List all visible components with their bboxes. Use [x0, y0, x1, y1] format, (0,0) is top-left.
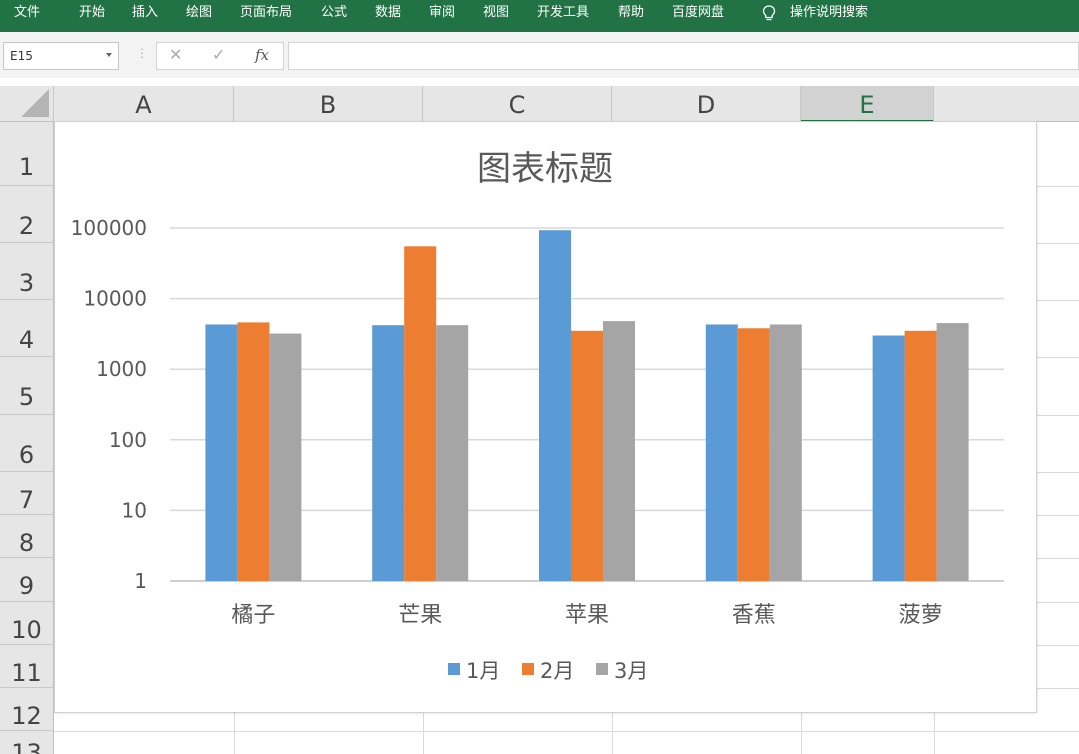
tab-page-layout[interactable]: 页面布局 — [240, 0, 292, 32]
row-header-11[interactable]: 11 — [0, 645, 54, 688]
fx-button[interactable]: fx — [255, 46, 269, 64]
tab-draw[interactable]: 绘图 — [186, 0, 212, 32]
legend-label[interactable]: 2月 — [540, 659, 574, 683]
bar-2-1[interactable] — [237, 322, 270, 581]
y-tick-label: 10 — [122, 498, 147, 522]
bar-2-2[interactable] — [404, 246, 437, 581]
column-header-c[interactable]: C — [423, 86, 612, 122]
bar-2-5[interactable] — [904, 330, 937, 581]
row-header-1[interactable]: 1 — [0, 122, 54, 186]
name-box-value: E15 — [10, 49, 33, 63]
tab-file[interactable]: 文件 — [14, 0, 40, 32]
select-all-corner[interactable] — [0, 86, 54, 122]
legend-label[interactable]: 3月 — [614, 659, 648, 683]
ribbon-tabs: 文件 开始 插入 绘图 页面布局 公式 数据 审阅 视图 开发工具 帮助 百度网… — [0, 0, 1079, 32]
y-tick-label: 100 — [109, 428, 147, 452]
bar-3-2[interactable] — [436, 325, 469, 581]
check-icon[interactable]: ✓ — [212, 45, 225, 64]
bar-1-4[interactable] — [705, 324, 738, 581]
bar-1-5[interactable] — [872, 335, 905, 581]
tab-view[interactable]: 视图 — [483, 0, 509, 32]
row-header-8[interactable]: 8 — [0, 515, 54, 558]
tab-home[interactable]: 开始 — [79, 0, 105, 32]
x-tick-label: 香蕉 — [732, 603, 776, 628]
column-header-a[interactable]: A — [54, 86, 234, 122]
bar-3-5[interactable] — [936, 323, 969, 581]
row-header-9[interactable]: 9 — [0, 558, 54, 602]
bar-chart: 图表标题 1 10 100 1000 10000 100000 橘子 芒果 苹果 香蕉 菠萝 1月 2月 3… — [71, 149, 1004, 683]
row-header-3[interactable]: 3 — [0, 243, 54, 300]
legend-swatch — [596, 663, 608, 675]
bar-3-3[interactable] — [603, 321, 635, 581]
row-header-7[interactable]: 7 — [0, 472, 54, 515]
chevron-down-icon[interactable] — [106, 53, 112, 57]
x-tick-label: 芒果 — [398, 603, 442, 628]
formula-bar: E15 ⋮ ✕ ✓ fx — [0, 32, 1079, 78]
x-tick-label: 菠萝 — [899, 603, 943, 628]
chart-area[interactable]: 图表标题 1 10 100 1000 10000 100000 橘子 芒果 苹果 香蕉 菠萝 1月 2月 3… — [55, 122, 1036, 712]
formula-buttons: ✕ ✓ fx — [156, 42, 284, 70]
column-header-empty — [934, 86, 1079, 122]
row-header-4[interactable]: 4 — [0, 300, 54, 357]
x-tick-label: 橘子 — [231, 603, 275, 628]
close-icon[interactable]: ✕ — [169, 45, 182, 64]
tab-help[interactable]: 帮助 — [618, 0, 644, 32]
row-header-10[interactable]: 10 — [0, 602, 54, 645]
tell-me-search[interactable]: 操作说明搜索 — [790, 0, 868, 32]
legend-swatch — [522, 663, 534, 675]
column-header-d[interactable]: D — [612, 86, 801, 122]
chart-title[interactable]: 图表标题 — [477, 149, 613, 189]
formula-input[interactable] — [288, 42, 1079, 70]
row-header-13[interactable]: 13 — [0, 731, 54, 754]
tab-data[interactable]: 数据 — [375, 0, 401, 32]
column-header-b[interactable]: B — [234, 86, 423, 122]
name-box[interactable]: E15 — [3, 42, 119, 70]
bar-3-4[interactable] — [769, 324, 802, 581]
row-header-2[interactable]: 2 — [0, 186, 54, 243]
more-options-icon[interactable]: ⋮ — [136, 46, 148, 60]
row-header-12[interactable]: 12 — [0, 688, 54, 731]
y-tick-label: 10000 — [83, 287, 147, 311]
tab-review[interactable]: 审阅 — [429, 0, 455, 32]
tab-baidu-netdisk[interactable]: 百度网盘 — [672, 0, 724, 32]
tab-developer[interactable]: 开发工具 — [537, 0, 589, 32]
tab-formulas[interactable]: 公式 — [321, 0, 347, 32]
bar-1-1[interactable] — [205, 324, 238, 581]
bar-3-1[interactable] — [269, 333, 302, 581]
bar-2-4[interactable] — [737, 328, 770, 581]
bar-1-2[interactable] — [372, 325, 405, 581]
legend-label[interactable]: 1月 — [466, 659, 500, 683]
legend-swatch — [448, 663, 460, 675]
lightbulb-icon[interactable] — [760, 4, 778, 22]
bar-1-3[interactable] — [539, 230, 571, 581]
tab-insert[interactable]: 插入 — [132, 0, 158, 32]
y-tick-label: 1 — [134, 569, 147, 593]
y-tick-label: 100000 — [71, 216, 147, 240]
column-header-e[interactable]: E — [801, 86, 934, 122]
bar-2-3[interactable] — [571, 330, 603, 581]
x-tick-label: 苹果 — [565, 603, 609, 628]
row-header-6[interactable]: 6 — [0, 415, 54, 472]
y-tick-label: 1000 — [96, 357, 147, 381]
row-header-5[interactable]: 5 — [0, 357, 54, 415]
